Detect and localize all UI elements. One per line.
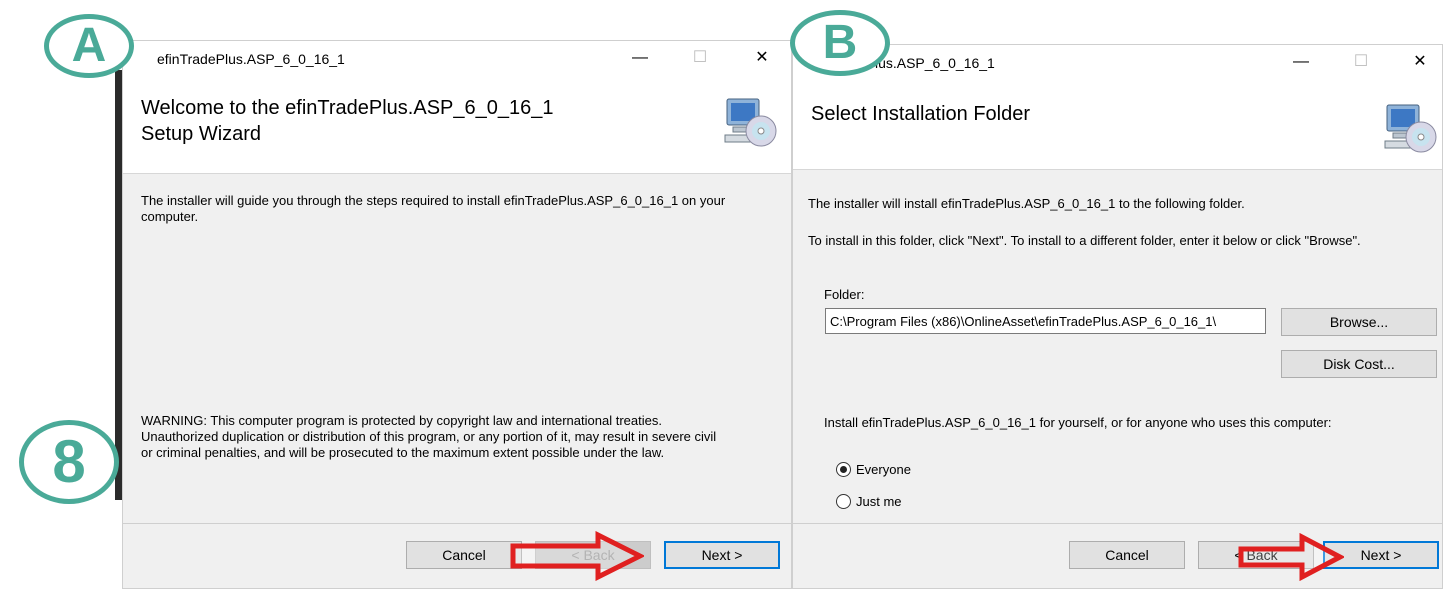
intro-text: The installer will guide you through the…	[141, 193, 725, 225]
marker-a: A	[44, 14, 134, 78]
page-title: Select Installation Folder	[811, 103, 1031, 125]
everyone-label: Everyone	[856, 462, 911, 477]
background-edge-shadow	[115, 70, 122, 500]
disk-cost-button[interactable]: Disk Cost...	[1281, 350, 1437, 378]
marker-step-8: 8	[19, 420, 119, 504]
button-bar: Cancel < Back Next >	[123, 523, 791, 588]
everyone-radio[interactable]	[836, 462, 851, 477]
folder-path-input[interactable]	[825, 308, 1266, 334]
browse-button[interactable]: Browse...	[1281, 308, 1437, 336]
window-title: efinTradePlus.ASP_6_0_16_1	[157, 51, 345, 67]
header-banner: Select Installation Folder	[793, 81, 1442, 170]
red-arrow-icon	[1238, 533, 1344, 581]
header-banner: Welcome to the efinTradePlus.ASP_6_0_16_…	[123, 77, 791, 174]
cancel-button[interactable]: Cancel	[1069, 541, 1185, 569]
maximize-button[interactable]: ☐	[685, 46, 715, 70]
install-scope-text: Install efinTradePlus.ASP_6_0_16_1 for y…	[824, 415, 1332, 430]
warning-text: WARNING: This computer program is protec…	[141, 413, 716, 461]
destination-text: The installer will install efinTradePlus…	[808, 196, 1245, 211]
title-bar: efinTradePlus.ASP_6_0_16_1 — ☐ ✕	[793, 45, 1442, 81]
setup-window-folder: efinTradePlus.ASP_6_0_16_1 — ☐ ✕ Select …	[792, 44, 1443, 589]
page-title: Welcome to the efinTradePlus.ASP_6_0_16_…	[141, 95, 553, 147]
marker-b: B	[790, 10, 890, 76]
close-button[interactable]: ✕	[1405, 50, 1435, 74]
warning-text-line-1: WARNING: This computer program is protec…	[141, 413, 662, 428]
intro-text-line-1: The installer will guide you through the…	[141, 193, 726, 208]
warning-text-line-3: or criminal penalties, and will be prose…	[141, 445, 665, 460]
cancel-button[interactable]: Cancel	[406, 541, 522, 569]
title-bar: efinTradePlus.ASP_6_0_16_1 — ☐ ✕	[123, 41, 791, 77]
page-title-line-2: Setup Wizard	[141, 123, 262, 145]
close-button[interactable]: ✕	[747, 46, 777, 70]
button-bar: Cancel < Back Next >	[793, 523, 1442, 588]
setup-window-welcome: efinTradePlus.ASP_6_0_16_1 — ☐ ✕ Welcome…	[122, 40, 792, 589]
next-button[interactable]: Next >	[664, 541, 780, 569]
minimize-button[interactable]: —	[1286, 50, 1316, 74]
computer-cd-icon	[1383, 101, 1439, 157]
radio-selected-dot	[840, 466, 847, 473]
folder-label: Folder:	[824, 287, 865, 302]
maximize-button[interactable]: ☐	[1346, 50, 1376, 74]
instruction-text: To install in this folder, click "Next".…	[808, 233, 1361, 248]
intro-text-line-2: computer.	[141, 209, 199, 224]
computer-cd-icon	[723, 95, 779, 151]
minimize-button[interactable]: —	[625, 46, 655, 70]
just-me-radio[interactable]	[836, 494, 851, 509]
page-title-line-1: Welcome to the efinTradePlus.ASP_6_0_16_…	[141, 97, 554, 119]
red-arrow-icon	[510, 531, 644, 581]
warning-text-line-2: Unauthorized duplication or distribution…	[141, 429, 717, 444]
just-me-label: Just me	[856, 494, 902, 509]
